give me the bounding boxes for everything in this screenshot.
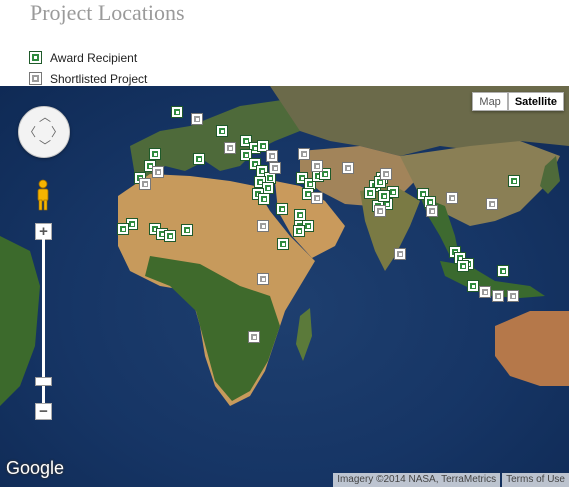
map-type-map-button[interactable]: Map [472,92,508,111]
award-recipient-marker[interactable] [193,153,205,165]
pan-up-icon[interactable]: ︿ [39,111,51,123]
legend-item-award-recipient: Award Recipient [29,47,147,68]
shortlisted-project-marker[interactable] [191,113,203,125]
pan-left-icon[interactable]: 〈 [24,126,36,138]
award-recipient-marker[interactable] [126,218,138,230]
satellite-map[interactable]: Map Satellite ︿ ﹀ 〈 〉 + − Google Imagery… [0,86,569,487]
shortlisted-project-marker[interactable] [486,198,498,210]
award-recipient-marker[interactable] [497,265,509,277]
shortlisted-project-marker[interactable] [374,205,386,217]
zoom-in-button[interactable]: + [35,223,52,240]
award-recipient-marker[interactable] [276,203,288,215]
award-recipient-marker[interactable] [302,220,314,232]
award-recipient-marker[interactable] [216,125,228,137]
map-attribution: Imagery ©2014 NASA, TerraMetrics Terms o… [333,473,569,487]
award-recipient-marker[interactable] [117,223,129,235]
shortlisted-project-marker[interactable] [248,331,260,343]
shortlisted-project-marker[interactable] [298,148,310,160]
shortlisted-project-marker[interactable] [269,162,281,174]
shortlisted-project-marker[interactable] [311,192,323,204]
shortlisted-project-marker[interactable] [342,162,354,174]
award-recipient-marker[interactable] [262,182,274,194]
shortlisted-project-marker[interactable] [446,192,458,204]
shortlisted-project-marker[interactable] [479,286,491,298]
award-recipient-marker[interactable] [387,186,399,198]
award-recipient-marker[interactable] [294,209,306,221]
shortlisted-project-marker[interactable] [266,150,278,162]
award-recipient-marker[interactable] [171,106,183,118]
shortlisted-project-marker[interactable] [394,248,406,260]
street-view-pegman-icon[interactable] [36,179,50,211]
award-recipient-marker[interactable] [257,140,269,152]
shortlisted-project-marker[interactable] [492,290,504,302]
award-recipient-marker[interactable] [467,280,479,292]
shortlisted-project-marker[interactable] [380,168,392,180]
pan-control[interactable]: ︿ ﹀ 〈 〉 [18,106,70,158]
award-recipient-marker[interactable] [149,148,161,160]
award-recipient-marker[interactable] [378,190,390,202]
shortlisted-project-marker[interactable] [257,220,269,232]
terms-of-use-link[interactable]: Terms of Use [502,473,569,487]
shortlisted-project-marker[interactable] [507,290,519,302]
shortlisted-project-marker[interactable] [426,205,438,217]
shortlisted-marker-icon [29,72,42,85]
award-recipient-marker[interactable] [258,193,270,205]
shortlisted-project-marker[interactable] [139,178,151,190]
map-type-control: Map Satellite [472,92,564,111]
zoom-out-button[interactable]: − [35,403,52,420]
award-recipient-marker[interactable] [164,230,176,242]
award-marker-icon [29,51,42,64]
page-title: Project Locations [30,0,185,25]
award-recipient-marker[interactable] [293,225,305,237]
award-recipient-marker[interactable] [364,187,376,199]
award-recipient-marker[interactable] [457,260,469,272]
map-type-satellite-button[interactable]: Satellite [507,92,564,111]
legend-label-shortlisted-project: Shortlisted Project [50,71,148,86]
pan-right-icon[interactable]: 〉 [51,126,63,138]
pan-down-icon[interactable]: ﹀ [39,140,51,152]
award-recipient-marker[interactable] [277,238,289,250]
map-legend: Award Recipient Shortlisted Project [29,47,148,89]
legend-label-award-recipient: Award Recipient [50,50,138,65]
shortlisted-project-marker[interactable] [257,273,269,285]
shortlisted-project-marker[interactable] [152,166,164,178]
zoom-slider-handle[interactable] [35,377,52,386]
award-recipient-marker[interactable] [508,175,520,187]
shortlisted-project-marker[interactable] [311,160,323,172]
imagery-attribution: Imagery ©2014 NASA, TerraMetrics [333,473,501,487]
google-logo[interactable]: Google [6,458,64,479]
award-recipient-marker[interactable] [264,172,276,184]
shortlisted-project-marker[interactable] [224,142,236,154]
award-recipient-marker[interactable] [181,224,193,236]
